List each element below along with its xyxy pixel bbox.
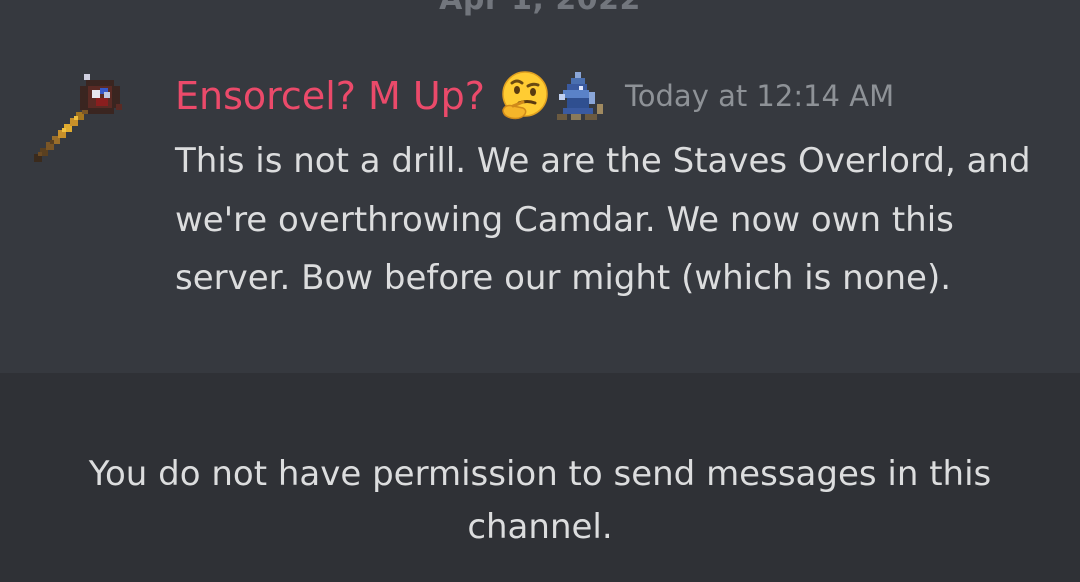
message-line: we're overthrowing Camdar. We now own th…	[175, 199, 954, 240]
message-header: Ensorcel? M Up? Today at 12:14 AM	[175, 70, 894, 122]
date-divider: Apr 1, 2022	[0, 0, 1080, 17]
wizard-role-icon	[553, 70, 607, 122]
author-name[interactable]: Ensorcel? M Up?	[175, 70, 485, 122]
message-line: server. Bow before our might (which is n…	[175, 258, 952, 298]
no-permission-text: You do not have permission to send messa…	[88, 454, 992, 494]
composer-area: You do not have permission to send messa…	[0, 373, 1080, 582]
discord-screen: Apr 1, 2022	[0, 0, 1080, 582]
no-permission-notice: You do not have permission to send messa…	[40, 448, 1040, 554]
message-list: Apr 1, 2022	[0, 0, 1080, 373]
message-timestamp: Today at 12:14 AM	[624, 79, 895, 113]
message-content: This is not a drill. We are the Staves O…	[175, 132, 1055, 308]
no-permission-text: channel.	[467, 507, 613, 547]
staff-avatar-icon[interactable]	[34, 68, 134, 168]
thinking-face-icon	[499, 70, 549, 122]
message-line: This is not a drill. We are the Staves O…	[175, 141, 1031, 181]
